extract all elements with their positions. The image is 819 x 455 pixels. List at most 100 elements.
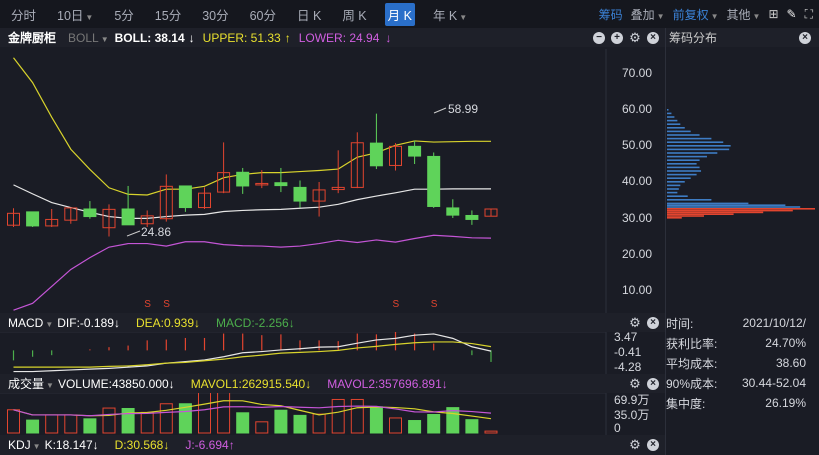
- info-value: 26.19%: [765, 396, 806, 410]
- brush-icon[interactable]: ✎: [787, 7, 797, 21]
- stock-name: 金牌厨柜: [8, 31, 57, 45]
- chip-bar: [667, 181, 685, 183]
- period-tab-active[interactable]: 月 K: [384, 2, 415, 26]
- chip-bar: [667, 215, 704, 217]
- chip-bar: [667, 116, 675, 118]
- volume-bar: [7, 409, 20, 434]
- close-icon[interactable]: ×: [647, 377, 659, 390]
- info-label: 90%成本:: [666, 376, 718, 391]
- period-tab[interactable]: 分时: [8, 3, 39, 26]
- chip-bar: [667, 184, 681, 187]
- close-icon[interactable]: ×: [799, 31, 811, 44]
- chip-bar: [667, 109, 669, 111]
- chip-bar: [667, 159, 700, 161]
- candle-down: [369, 142, 383, 167]
- period-tab[interactable]: 周 K: [339, 3, 369, 26]
- volume-tick: 0: [614, 421, 621, 435]
- chip-panel-title: 筹码分布: [669, 31, 718, 45]
- fullscreen-icon[interactable]: ⛶: [805, 7, 813, 22]
- volume-header: 成交量 ▼ VOLUME:43850.000↓ MAVOL1:262915.540…: [0, 374, 665, 393]
- macd-label: MACD: [8, 315, 44, 330]
- chip-bar: [667, 204, 786, 206]
- chip-bar: [667, 137, 712, 140]
- chip-bar: [667, 177, 691, 179]
- dea-value: DEA:0.939↓: [135, 315, 201, 330]
- volume-bar: [45, 414, 59, 434]
- pane-controls: ⚙ ×: [623, 377, 659, 390]
- period-tab[interactable]: 年 K ▼: [430, 3, 470, 26]
- gear-icon[interactable]: ⚙: [629, 377, 641, 390]
- boll-value: BOLL: 38.14: [114, 30, 185, 45]
- chip-bar: [667, 170, 702, 172]
- period-tab[interactable]: 15分: [152, 3, 184, 26]
- price-tick: 20.00: [622, 247, 653, 261]
- indicator-select[interactable]: BOLL ▼: [68, 31, 109, 45]
- candle-down: [446, 207, 460, 216]
- dif-line: [13, 333, 492, 373]
- chip-bar: [667, 213, 734, 215]
- volume-bar: [102, 407, 116, 434]
- gear-icon[interactable]: ⚙: [629, 316, 641, 329]
- adjust-dropdown[interactable]: 前复权 ▼: [673, 6, 719, 23]
- mavol2-value: MAVOL2:357696.891↓: [327, 376, 448, 391]
- close-icon[interactable]: ×: [647, 439, 659, 451]
- overlay-dropdown[interactable]: 叠加 ▼: [631, 6, 665, 23]
- volume-bar: [26, 419, 40, 434]
- other-label: 其他: [726, 7, 751, 22]
- volume-select[interactable]: 成交量 ▼: [8, 375, 54, 392]
- period-label: 年 K: [432, 8, 458, 23]
- chevron-down-icon: ▼: [752, 11, 761, 21]
- zoom-in-icon[interactable]: +: [611, 31, 623, 44]
- period-tab[interactable]: 60分: [247, 3, 279, 26]
- gear-icon[interactable]: ⚙: [629, 31, 641, 44]
- sell-signal: S: [393, 299, 400, 310]
- zoom-out-icon[interactable]: −: [593, 31, 605, 44]
- other-dropdown[interactable]: 其他 ▼: [727, 6, 761, 23]
- volume-bar: [121, 407, 135, 434]
- chevron-down-icon: ▼: [656, 11, 665, 21]
- chip-bar: [667, 209, 793, 212]
- period-tab[interactable]: 5分: [111, 3, 136, 26]
- price-pane-bg: [0, 49, 665, 313]
- volume-bar: [408, 420, 422, 434]
- k-value: K:18.147↓: [44, 438, 99, 452]
- chip-bar: [667, 112, 672, 115]
- chip-bar: [667, 155, 707, 158]
- chip-bar: [667, 173, 697, 176]
- kdj-label: KDJ: [8, 438, 31, 452]
- close-icon[interactable]: ×: [647, 316, 659, 329]
- candle-down: [427, 155, 441, 207]
- candle-down: [26, 211, 40, 227]
- chip-bar: [667, 134, 700, 136]
- period-tab[interactable]: 30分: [199, 3, 231, 26]
- info-row-time: 时间: 2021/10/12/: [666, 313, 806, 333]
- chip-bar: [667, 145, 731, 147]
- volume-bar: [312, 413, 326, 434]
- volume-bar: [64, 414, 78, 434]
- layout-grid-icon[interactable]: ⊞: [768, 7, 778, 21]
- chip-bar: [667, 195, 688, 197]
- low-annotation: 24.86: [141, 225, 172, 239]
- gear-icon[interactable]: ⚙: [629, 438, 641, 451]
- info-label: 平均成本:: [666, 356, 718, 371]
- volume-bar: [465, 419, 479, 434]
- close-icon[interactable]: ×: [647, 31, 659, 44]
- period-tab[interactable]: 日 K: [294, 3, 324, 26]
- volume-bar: [293, 414, 307, 434]
- info-row-avg-cost: 平均成本: 38.60: [666, 353, 806, 373]
- indicator-label: BOLL: [68, 30, 99, 45]
- upper-arrow: ↑: [284, 30, 291, 45]
- period-tab[interactable]: 10日 ▼: [54, 3, 96, 26]
- volume-bar: [274, 409, 288, 434]
- macd-select[interactable]: MACD ▼: [8, 316, 53, 330]
- kdj-select[interactable]: KDJ ▼: [8, 438, 41, 452]
- d-value: D:30.568↓: [114, 438, 170, 452]
- info-label: 获利比率:: [666, 336, 718, 351]
- candle-down: [408, 145, 422, 157]
- chip-bar: [667, 130, 691, 133]
- chevron-down-icon: ▼: [100, 34, 109, 44]
- kdj-header: KDJ ▼ K:18.147↓ D:30.568↓ J:-6.694↑ ⚙ ×: [0, 435, 665, 455]
- info-value: 30.44-52.04: [741, 376, 806, 390]
- info-label: 时间:: [666, 316, 694, 331]
- chips-button[interactable]: 筹码: [599, 6, 623, 23]
